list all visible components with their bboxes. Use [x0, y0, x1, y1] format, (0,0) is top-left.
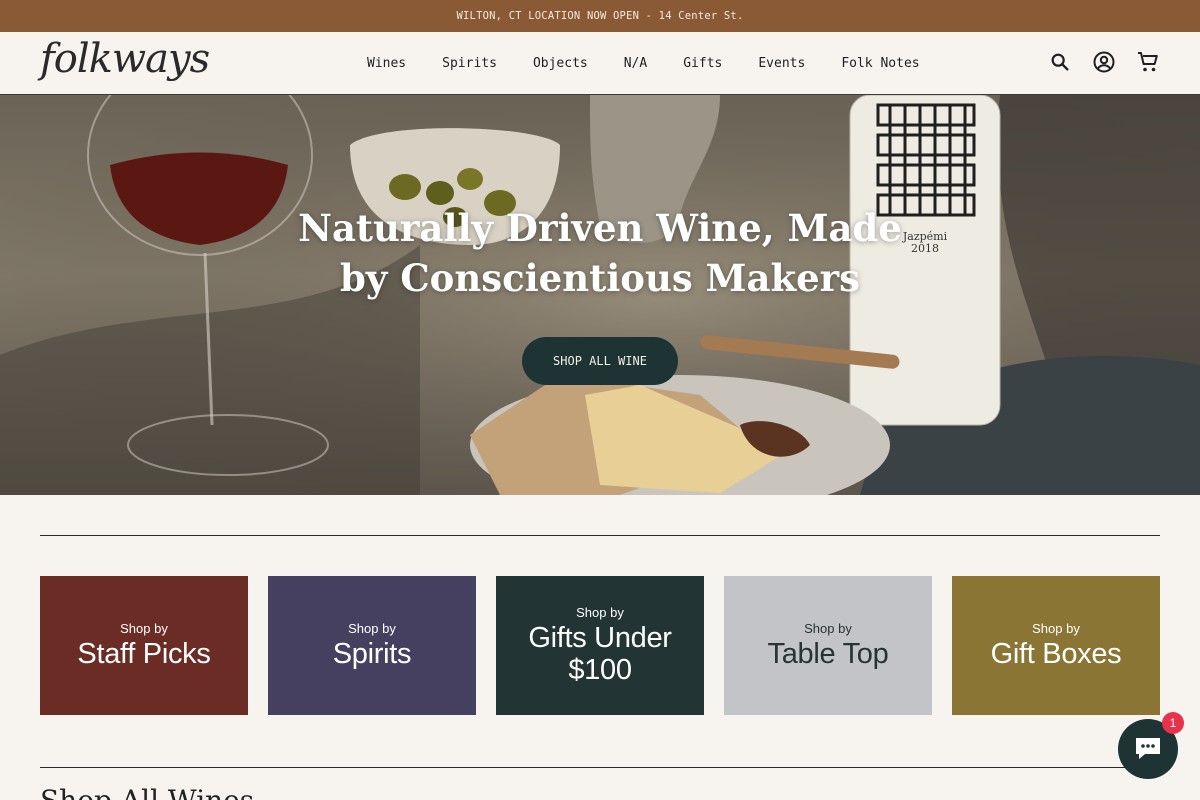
tile-gift-boxes[interactable]: Shop by Gift Boxes — [952, 576, 1160, 715]
tile-big-label: Gifts Under $100 — [528, 622, 672, 686]
section-title: Shop All Wines — [40, 784, 254, 800]
nav-folk-notes[interactable]: Folk Notes — [841, 56, 919, 71]
tile-small-label: Shop by — [804, 621, 852, 636]
nav-events[interactable]: Events — [758, 56, 805, 71]
divider-bottom — [40, 767, 1160, 768]
hero-banner: Jazpémi 2018 Naturally Driven Wine, Made… — [0, 95, 1200, 495]
search-icon[interactable] — [1048, 50, 1072, 74]
chat-icon — [1136, 738, 1160, 759]
tile-big-label: Staff Picks — [77, 638, 211, 670]
tile-big-label: Spirits — [332, 638, 412, 670]
logo[interactable]: folkways — [40, 36, 210, 82]
nav-objects[interactable]: Objects — [533, 56, 588, 71]
account-icon[interactable] — [1092, 50, 1116, 74]
announcement-bar: WILTON, CT LOCATION NOW OPEN - 14 Center… — [0, 0, 1200, 32]
tile-small-label: Shop by — [348, 621, 396, 636]
hero-title-line2: by Conscientious Makers — [339, 256, 860, 300]
nav-na[interactable]: N/A — [624, 56, 647, 71]
site-header: folkways Wines Spirits Objects N/A Gifts… — [0, 32, 1200, 95]
announcement-text: WILTON, CT LOCATION NOW OPEN - 14 Center… — [456, 10, 744, 22]
hero-title-line1: Naturally Driven Wine, Made — [298, 206, 902, 250]
tile-small-label: Shop by — [120, 621, 168, 636]
tile-gifts-under-100[interactable]: Shop by Gifts Under $100 — [496, 576, 704, 715]
tile-small-label: Shop by — [576, 605, 624, 620]
header-icons — [1048, 50, 1160, 74]
shop-all-wine-button[interactable]: SHOP ALL WINE — [522, 337, 678, 385]
chat-badge: 1 — [1162, 712, 1184, 734]
divider-top — [40, 535, 1160, 536]
nav-wines[interactable]: Wines — [367, 56, 406, 71]
category-tiles: Shop by Staff Picks Shop by Spirits Shop… — [40, 576, 1160, 715]
hero-title: Naturally Driven Wine, Made by Conscient… — [0, 203, 1200, 303]
tile-table-top[interactable]: Shop by Table Top — [724, 576, 932, 715]
main-nav: Wines Spirits Objects N/A Gifts Events F… — [367, 32, 920, 94]
tile-big-label: Table Top — [767, 638, 889, 670]
tile-small-label: Shop by — [1032, 621, 1080, 636]
cart-icon[interactable] — [1136, 50, 1160, 74]
nav-gifts[interactable]: Gifts — [683, 56, 722, 71]
tile-big-label: Gift Boxes — [990, 638, 1122, 670]
tile-spirits[interactable]: Shop by Spirits — [268, 576, 476, 715]
tile-staff-picks[interactable]: Shop by Staff Picks — [40, 576, 248, 715]
nav-spirits[interactable]: Spirits — [442, 56, 497, 71]
